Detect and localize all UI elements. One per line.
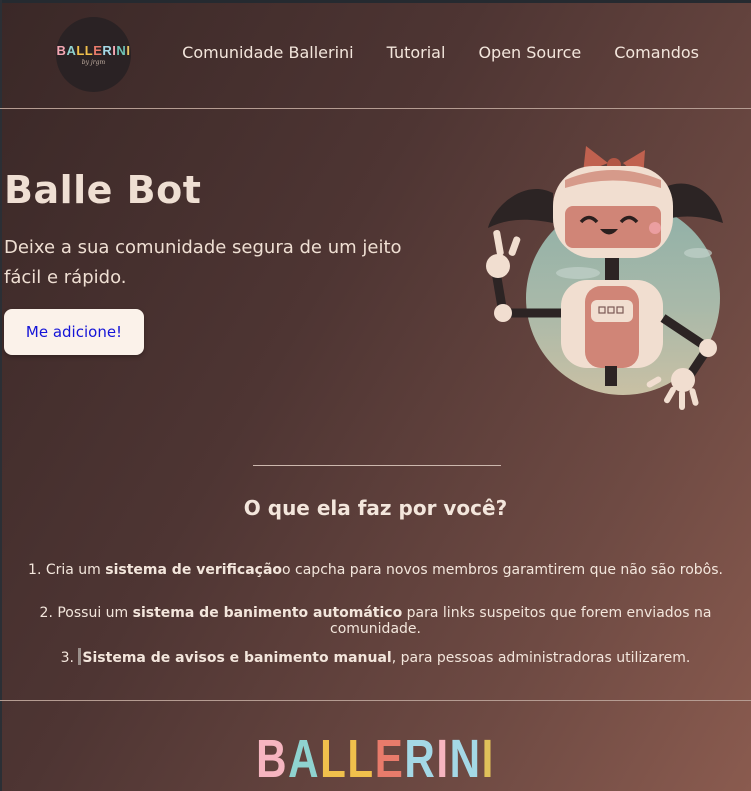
logo-letter: R [102,43,113,58]
ballerini-logo[interactable]: BALLERINI by jrgm [56,17,131,92]
nav-link-tutorial[interactable]: Tutorial [387,43,446,62]
nav-link-comunidade[interactable]: Comunidade Ballerini [182,43,353,62]
logo-letter: A [66,43,77,58]
footer-logo-letter: N [449,729,482,789]
feature-3-suffix: , para pessoas administradoras utilizare… [391,650,691,666]
footer-logo-letter: I [436,729,450,789]
features-title: O que ela faz por você? [243,496,508,520]
feature-1-prefix: 1. Cria um [28,562,106,578]
left-hand [486,254,510,278]
footer-logo-letter: E [374,729,405,789]
main-nav: Comunidade Ballerini Tutorial Open Sourc… [182,43,699,62]
feature-3-bold: Sistema de avisos e banimento manual [82,650,392,666]
feature-2-bold: sistema de banimento automático [132,605,403,621]
site-header: BALLERINI by jrgm Comunidade Ballerini T… [0,3,751,108]
add-bot-button[interactable]: Me adicione! [4,309,144,355]
footer-logo-letter: L [320,729,348,789]
feature-item-3: 3. Sistema de avisos e banimento manual,… [0,648,751,666]
logo-letter: B [56,43,67,58]
left-pigtail [488,188,553,228]
logo-letter: L [84,43,94,58]
window-left-border [0,0,2,791]
footer-logo-letter: B [256,729,289,789]
feature-item-1: 1. Cria um sistema de verificaçãoo capch… [0,562,751,578]
feature-3-prefix: 3. [60,650,79,666]
hero-subtitle: Deixe a sua comunidade segura de um jeit… [4,237,402,288]
footer-logo-letter: A [288,729,321,789]
logo-letter: L [76,43,85,58]
footer-logo-letter: I [481,729,495,789]
right-elbow [699,339,717,357]
section-divider [253,465,501,466]
nav-link-comandos[interactable]: Comandos [614,43,699,62]
feature-2-prefix: 2. Possui um [39,605,133,621]
balle-bot-robot-illustration [486,146,723,410]
text-cursor [78,648,82,665]
feature-item-2: 2. Possui um sistema de banimento automá… [0,605,751,637]
robot-face-screen [565,206,661,248]
left-elbow [494,304,512,322]
footer-logo-letter: L [347,729,375,789]
logo-tagline: by jrgm [81,59,106,66]
feature-1-suffix: o capcha para novos membros garamtirem q… [282,562,723,578]
hero-title: Balle Bot [4,168,202,212]
header-divider [0,108,751,109]
logo-letter: I [126,43,131,58]
logo-wordmark: BALLERINI [57,43,131,58]
feature-1-bold: sistema de verificação [105,562,283,578]
footer-divider [0,700,751,701]
footer-logo-letter: R [404,729,437,789]
footer-ballerini-logo: BALLERINI [83,728,669,790]
logo-letter: N [116,43,127,58]
nav-link-open-source[interactable]: Open Source [478,43,581,62]
